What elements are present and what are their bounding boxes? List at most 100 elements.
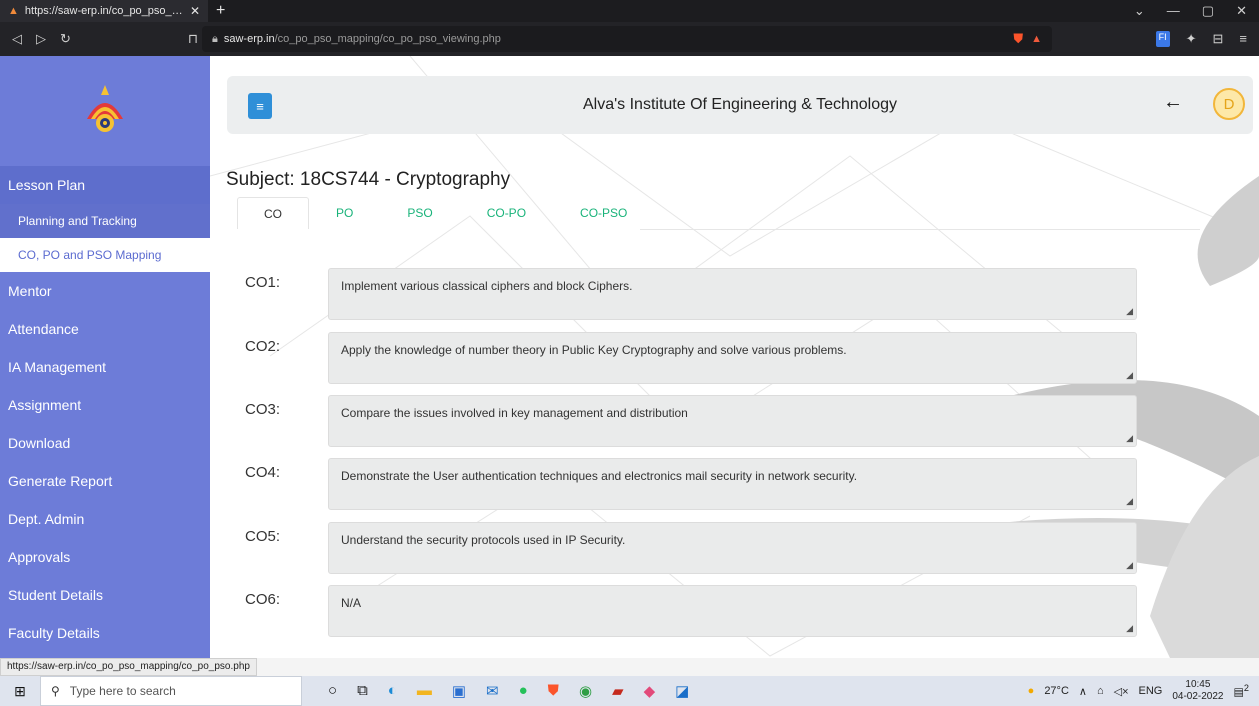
store-icon[interactable]: ▣ [452, 682, 466, 700]
brave-shield-icon[interactable]: ⛊ [1013, 31, 1023, 47]
sidebar-item-attendance[interactable]: Attendance [0, 310, 210, 348]
address-bar[interactable]: 🔒︎ saw-erp.in /co_po_pso_mapping/co_po_p… [202, 26, 1052, 52]
mail-icon[interactable]: ✉ [486, 682, 499, 700]
co-row: CO1: Implement various classical ciphers… [245, 268, 1145, 320]
resize-grip-icon[interactable]: ◢ [1126, 560, 1133, 571]
co-label: CO4: [245, 464, 281, 481]
clock[interactable]: 10:45 04-02-2022 [1172, 679, 1223, 703]
sidebar-item-approvals[interactable]: Approvals [0, 538, 210, 576]
co-textarea[interactable]: Demonstrate the User authentication tech… [328, 458, 1137, 510]
reload-icon[interactable]: ↻ [60, 31, 71, 47]
sidebar-item-lesson-plan[interactable]: Lesson Plan [0, 166, 210, 204]
resize-grip-icon[interactable]: ◢ [1126, 306, 1133, 317]
new-tab-icon[interactable]: + [216, 2, 225, 20]
sidebar-item-faculty-details[interactable]: Faculty Details [0, 614, 210, 652]
network-icon[interactable]: ⌂ [1097, 685, 1104, 697]
resize-grip-icon[interactable]: ◢ [1126, 433, 1133, 444]
avatar[interactable]: D [1213, 88, 1245, 120]
chrome-icon[interactable]: ◉ [579, 682, 592, 700]
url-path: /co_po_pso_mapping/co_po_pso_viewing.php [274, 33, 501, 45]
sidebar-sub-planning-tracking[interactable]: Planning and Tracking [0, 204, 210, 238]
cortana-icon[interactable]: ○ [328, 682, 337, 700]
photos-icon[interactable]: ◪ [675, 682, 689, 700]
co-row: CO3: Compare the issues involved in key … [245, 395, 1145, 447]
task-view-icon[interactable]: ⧉ [357, 682, 368, 700]
url-host: saw-erp.in [223, 33, 275, 45]
tab-co-pso[interactable]: CO-PSO [553, 197, 654, 229]
co-textarea[interactable]: Compare the issues involved in key manag… [328, 395, 1137, 447]
puzzle-icon[interactable]: ✦ [1186, 31, 1197, 47]
top-header: ≡ Alva's Institute Of Engineering & Tech… [227, 76, 1253, 134]
brave-icon[interactable]: ⛊ [548, 682, 559, 700]
language[interactable]: ENG [1139, 685, 1163, 697]
menu-icon[interactable]: ≡ [1239, 31, 1247, 47]
co-label: CO3: [245, 401, 281, 418]
whatsapp-icon[interactable]: ● [519, 682, 528, 700]
sidebar-item-student-details[interactable]: Student Details [0, 576, 210, 614]
tab-co-po[interactable]: CO-PO [460, 197, 553, 229]
co-textarea[interactable]: N/A ◢ [328, 585, 1137, 637]
sidebar: Lesson Plan Planning and Tracking CO, PO… [0, 56, 210, 658]
forward-icon[interactable]: ▷ [36, 31, 46, 47]
extension-icon[interactable]: FI [1155, 31, 1170, 47]
co-textarea[interactable]: Apply the knowledge of number theory in … [328, 332, 1137, 384]
back-icon[interactable]: ◁ [12, 31, 22, 47]
sidebar-item-ia-management[interactable]: IA Management [0, 348, 210, 386]
temperature[interactable]: 27°C [1044, 685, 1069, 697]
resize-grip-icon[interactable]: ◢ [1126, 496, 1133, 507]
sidebar-sub-co-po-pso-mapping[interactable]: CO, PO and PSO Mapping [0, 238, 210, 272]
sidebar-item-dept-admin[interactable]: Dept. Admin [0, 500, 210, 538]
notification-count: 2 [1243, 683, 1249, 694]
close-window-icon[interactable]: ✕ [1236, 3, 1247, 19]
notifications-icon[interactable]: ▤2 [1234, 683, 1250, 699]
bookmark-icon[interactable]: ⊓ [188, 31, 198, 47]
date: 04-02-2022 [1172, 691, 1224, 702]
time: 10:45 [1185, 679, 1211, 690]
back-arrow-icon[interactable]: ← [1163, 91, 1183, 114]
wallet-icon[interactable]: ⊟ [1213, 31, 1224, 47]
chevron-up-icon[interactable]: ∧ [1079, 685, 1087, 698]
maximize-icon[interactable]: ▢ [1202, 3, 1214, 19]
tab-co[interactable]: CO [237, 197, 309, 229]
main-content: ≡ Alva's Institute Of Engineering & Tech… [210, 56, 1259, 658]
resize-grip-icon[interactable]: ◢ [1126, 623, 1133, 634]
app-icon[interactable]: ◆ [644, 682, 656, 700]
weather-icon[interactable]: ● [1028, 685, 1035, 697]
co-label: CO1: [245, 274, 281, 291]
volume-icon[interactable]: ◁× [1114, 685, 1129, 698]
windows-taskbar: ⊞ ⚲ Type here to search ○ ⧉ ◐ ▬ ▣ ✉ ● ⛊ … [0, 676, 1259, 706]
menu-toggle-button[interactable]: ≡ [248, 93, 272, 119]
co-text: Demonstrate the User authentication tech… [341, 469, 858, 483]
window-controls: ⌄ — ▢ ✕ [1134, 3, 1259, 19]
close-tab-icon[interactable]: ✕ [190, 4, 200, 18]
sidebar-item-mentor[interactable]: Mentor [0, 272, 210, 310]
lock-icon: 🔒︎ [212, 32, 218, 45]
co-textarea[interactable]: Implement various classical ciphers and … [328, 268, 1137, 320]
co-textarea[interactable]: Understand the security protocols used i… [328, 522, 1137, 574]
file-explorer-icon[interactable]: ▬ [417, 682, 432, 700]
tab-search-icon[interactable]: ⌄ [1134, 3, 1145, 19]
co-label: CO5: [245, 528, 281, 545]
browser-navbar: ◁ ▷ ↻ ⊓ 🔒︎ saw-erp.in /co_po_pso_mapping… [0, 22, 1259, 56]
sidebar-item-download[interactable]: Download [0, 424, 210, 462]
taskbar-search-input[interactable]: ⚲ Type here to search [40, 676, 302, 706]
sidebar-item-generate-report[interactable]: Generate Report [0, 462, 210, 500]
browser-tab-bar: ▲ https://saw-erp.in/co_po_pso_mappi ✕ +… [0, 0, 1259, 22]
edge-icon[interactable]: ◐ [388, 682, 397, 700]
windows-start-icon[interactable]: ⊞ [0, 683, 40, 700]
tab-po[interactable]: PO [309, 197, 380, 229]
co-label: CO2: [245, 338, 281, 355]
brave-rewards-icon[interactable]: ▲ [1031, 33, 1042, 45]
logo [0, 56, 210, 166]
filezilla-icon[interactable]: ▰ [612, 682, 624, 700]
resize-grip-icon[interactable]: ◢ [1126, 370, 1133, 381]
co-row: CO6: N/A ◢ [245, 585, 1145, 637]
institute-logo-icon [87, 85, 123, 132]
browser-tab[interactable]: ▲ https://saw-erp.in/co_po_pso_mappi ✕ [0, 0, 208, 22]
minimize-icon[interactable]: — [1167, 3, 1180, 19]
co-row: CO4: Demonstrate the User authentication… [245, 458, 1145, 510]
sidebar-item-assignment[interactable]: Assignment [0, 386, 210, 424]
co-row: CO5: Understand the security protocols u… [245, 522, 1145, 574]
tab-pso[interactable]: PSO [380, 197, 459, 229]
system-tray: ● 27°C ∧ ⌂ ◁× ENG 10:45 04-02-2022 ▤2 [1028, 679, 1259, 703]
